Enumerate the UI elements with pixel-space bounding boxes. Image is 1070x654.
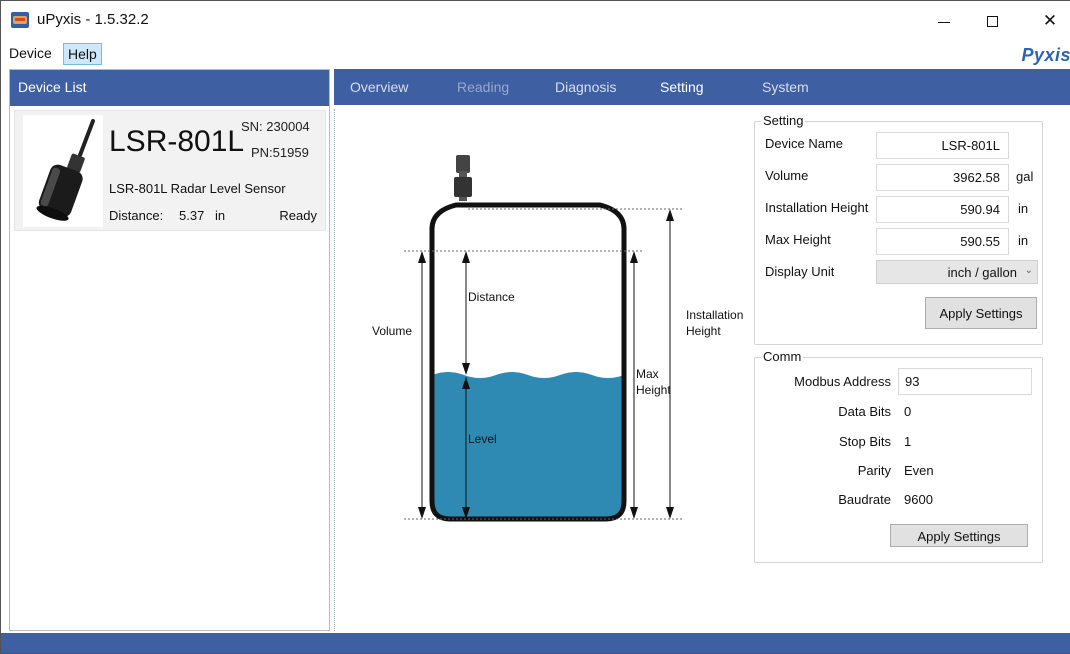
data-bits-value: 0 (904, 404, 912, 419)
tank-diagram: Volume Distance Level Installation Heigh… (372, 155, 743, 522)
maximize-button[interactable] (969, 7, 1015, 35)
modbus-address-label: Modbus Address (794, 374, 891, 389)
display-unit-value: inch / gallon (947, 265, 1017, 280)
device-serial-number: SN: 230004 (241, 119, 310, 134)
brand-logo: Pyxis (1021, 45, 1070, 65)
close-button[interactable]: ✕ (1027, 7, 1070, 35)
max-height-field[interactable]: 590.55 (876, 228, 1009, 255)
diagram-volume-label: Volume (372, 324, 412, 338)
display-unit-select[interactable]: inch / gallon ⌄ (876, 260, 1038, 284)
device-part-number: PN:51959 (251, 145, 309, 160)
tab-diagnosis[interactable]: Diagnosis (555, 79, 616, 95)
device-name-field[interactable]: LSR-801L (876, 132, 1009, 159)
tank-liquid (432, 372, 624, 517)
data-bits-label: Data Bits (838, 404, 891, 419)
setting-content: Volume Distance Level Installation Heigh… (334, 109, 1070, 631)
stop-bits-label: Stop Bits (838, 434, 891, 449)
diagram-max-height-label-2: Height (636, 383, 671, 397)
app-logo-icon (11, 12, 29, 28)
status-bar (1, 633, 1070, 653)
minimize-icon (938, 21, 950, 23)
installation-height-field[interactable]: 590.94 (876, 196, 1009, 223)
device-status: Ready (279, 208, 317, 223)
device-description: LSR-801L Radar Level Sensor (109, 181, 286, 196)
parity-value: Even (904, 463, 934, 478)
setting-group-title: Setting (761, 113, 806, 128)
diagram-installation-height-label-2: Height (686, 324, 721, 338)
baudrate-label: Baudrate (838, 492, 891, 507)
minimize-button[interactable] (921, 7, 967, 35)
max-height-unit: in (1018, 233, 1029, 248)
device-name-label: Device Name (765, 136, 844, 151)
menu-bar: Device Help Pyxis (1, 41, 1070, 67)
content-divider (334, 109, 335, 631)
distance-unit: in (215, 208, 226, 223)
tab-system[interactable]: System (762, 79, 809, 95)
setting-groupbox: Setting Device Name LSR-801L Volume 3962… (754, 113, 1043, 345)
tab-setting[interactable]: Setting (660, 79, 704, 95)
volume-field[interactable]: 3962.58 (876, 164, 1009, 191)
title-bar: uPyxis - 1.5.32.2 ✕ (1, 1, 1070, 41)
stop-bits-value: 1 (904, 434, 912, 449)
tab-reading[interactable]: Reading (457, 79, 509, 95)
diagram-level-label: Level (468, 432, 497, 446)
window-title: uPyxis - 1.5.32.2 (37, 11, 149, 28)
maximize-icon (986, 15, 998, 27)
volume-label: Volume (765, 168, 809, 183)
close-icon: ✕ (1042, 11, 1058, 30)
diagram-distance-label: Distance (468, 290, 515, 304)
app-window: uPyxis - 1.5.32.2 ✕ Device Help Pyxis De… (0, 0, 1070, 654)
device-name: LSR-801L (109, 125, 245, 158)
tank-sensor-body (454, 177, 472, 197)
distance-label: Distance: (109, 208, 164, 223)
display-unit-label: Display Unit (765, 264, 835, 279)
device-list-panel: Device List LSR-801L SN: 230004 PN:51959… (9, 69, 330, 631)
comm-groupbox: Comm Modbus Address 93 Data Bits 0 Stop … (754, 349, 1043, 563)
tank-sensor (456, 155, 470, 173)
comm-group-title: Comm (761, 349, 804, 364)
installation-height-label: Installation Height (765, 200, 869, 215)
parity-label: Parity (857, 463, 891, 478)
installation-height-unit: in (1018, 201, 1029, 216)
sensor-image (23, 115, 103, 227)
diagram-installation-height-label-1: Installation (686, 308, 743, 322)
max-height-label: Max Height (765, 232, 831, 247)
menu-help[interactable]: Help (63, 43, 102, 65)
volume-unit: gal (1016, 169, 1034, 184)
tab-bar: Overview Reading Diagnosis Setting Syste… (334, 69, 1070, 105)
chevron-down-icon: ⌄ (1024, 265, 1033, 276)
baudrate-value: 9600 (904, 492, 933, 507)
comm-apply-settings-button[interactable]: Apply Settings (890, 524, 1028, 547)
modbus-address-field[interactable]: 93 (898, 368, 1032, 395)
device-card[interactable]: LSR-801L SN: 230004 PN:51959 LSR-801L Ra… (14, 110, 326, 231)
diagram-max-height-label-1: Max (636, 367, 659, 381)
distance-value: 5.37 (179, 208, 205, 223)
device-list-header: Device List (10, 70, 329, 106)
tab-overview[interactable]: Overview (350, 79, 408, 95)
menu-device[interactable]: Device (5, 43, 56, 65)
apply-settings-button[interactable]: Apply Settings (925, 297, 1037, 329)
